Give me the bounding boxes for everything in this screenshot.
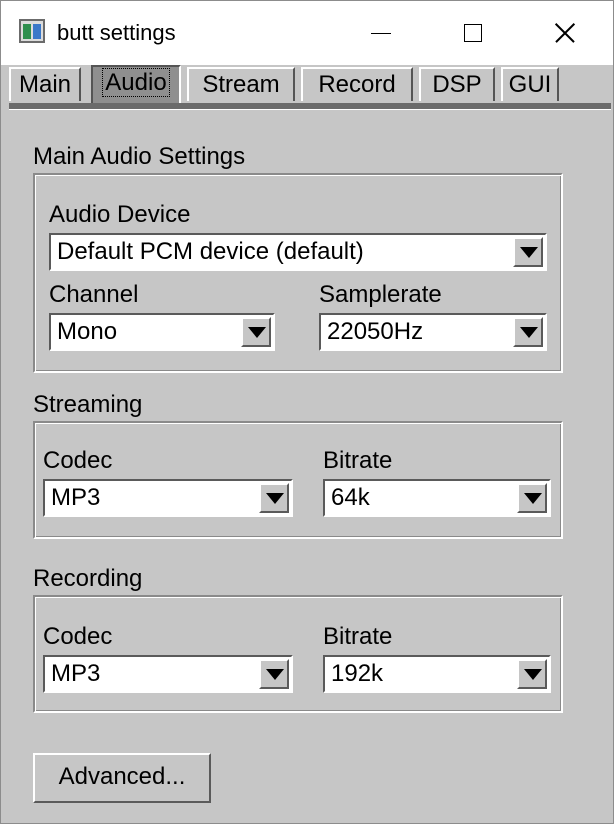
channel-label: Channel xyxy=(49,281,139,308)
dropdown-arrow-icon[interactable] xyxy=(517,659,547,689)
samplerate-label: Samplerate xyxy=(319,281,442,308)
settings-window: butt settings Main Audio Stream Record D… xyxy=(0,0,614,824)
tab-gui[interactable]: GUI xyxy=(501,67,559,101)
tab-divider xyxy=(9,103,611,110)
streaming-bitrate-select[interactable]: 64k xyxy=(323,479,551,517)
minimize-icon xyxy=(371,32,391,34)
dropdown-arrow-icon[interactable] xyxy=(513,237,543,267)
tab-label: Record xyxy=(318,71,396,98)
recording-codec-select[interactable]: MP3 xyxy=(43,655,293,693)
samplerate-value: 22050Hz xyxy=(327,318,424,345)
streaming-title: Streaming xyxy=(33,391,143,418)
channel-select[interactable]: Mono xyxy=(49,313,275,351)
recording-codec-label: Codec xyxy=(43,623,113,650)
app-icon xyxy=(19,19,45,43)
recording-bitrate-select[interactable]: 192k xyxy=(323,655,551,693)
window-title: butt settings xyxy=(57,20,176,45)
tab-label: Audio xyxy=(102,68,170,97)
dropdown-arrow-icon[interactable] xyxy=(517,483,547,513)
dropdown-arrow-icon[interactable] xyxy=(241,317,271,347)
audio-device-label: Audio Device xyxy=(49,201,191,228)
maximize-button[interactable] xyxy=(427,1,519,65)
minimize-button[interactable] xyxy=(335,1,427,65)
dropdown-arrow-icon[interactable] xyxy=(259,483,289,513)
recording-codec-value: MP3 xyxy=(51,660,101,687)
channel-value: Mono xyxy=(57,318,118,345)
tab-main[interactable]: Main xyxy=(9,67,81,101)
tab-stream[interactable]: Stream xyxy=(187,67,295,101)
recording-title: Recording xyxy=(33,565,143,592)
recording-group: Codec MP3 Bitrate 192k xyxy=(33,595,563,713)
main-audio-title: Main Audio Settings xyxy=(33,143,246,170)
tab-label: DSP xyxy=(432,71,482,98)
maximize-icon xyxy=(464,24,482,42)
tab-audio[interactable]: Audio xyxy=(91,65,181,103)
audio-device-select[interactable]: Default PCM device (default) xyxy=(49,233,547,271)
close-button[interactable] xyxy=(519,1,611,65)
dropdown-arrow-icon[interactable] xyxy=(259,659,289,689)
streaming-codec-label: Codec xyxy=(43,447,113,474)
tab-label: Main xyxy=(18,71,72,98)
streaming-group: Codec MP3 Bitrate 64k xyxy=(33,421,563,539)
tab-dsp[interactable]: DSP xyxy=(419,67,495,101)
streaming-bitrate-label: Bitrate xyxy=(323,447,393,474)
recording-bitrate-label: Bitrate xyxy=(323,623,393,650)
main-audio-group: Audio Device Default PCM device (default… xyxy=(33,173,563,373)
tab-label: Stream xyxy=(202,71,280,98)
tab-label: GUI xyxy=(508,71,552,98)
tab-record[interactable]: Record xyxy=(301,67,413,101)
advanced-button[interactable]: Advanced... xyxy=(33,753,211,803)
audio-device-value: Default PCM device (default) xyxy=(57,238,364,265)
dropdown-arrow-icon[interactable] xyxy=(513,317,543,347)
streaming-codec-value: MP3 xyxy=(51,484,101,511)
title-bar[interactable]: butt settings xyxy=(1,1,613,65)
streaming-codec-select[interactable]: MP3 xyxy=(43,479,293,517)
samplerate-select[interactable]: 22050Hz xyxy=(319,313,547,351)
streaming-bitrate-value: 64k xyxy=(331,484,370,511)
recording-bitrate-value: 192k xyxy=(331,660,384,687)
